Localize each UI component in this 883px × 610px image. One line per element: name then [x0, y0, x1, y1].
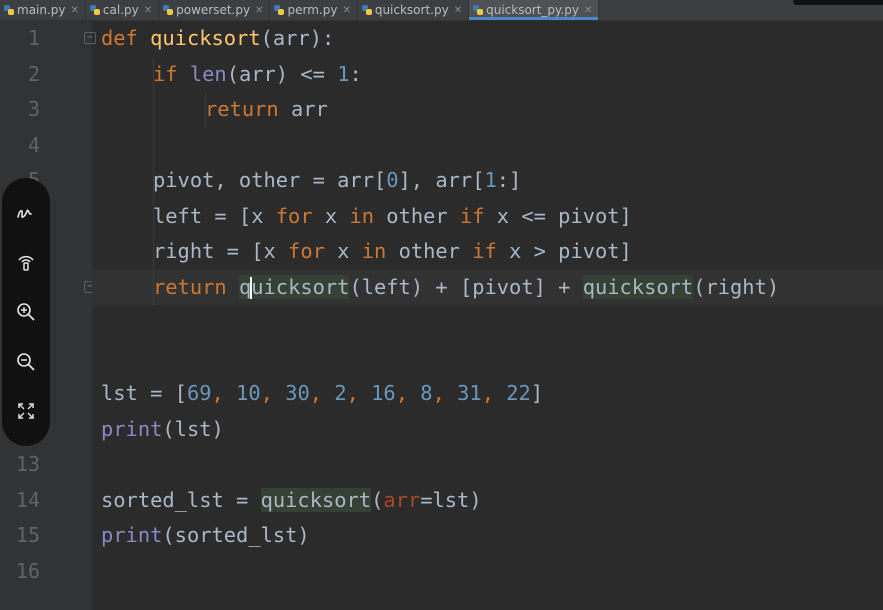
code-editor[interactable]: def quicksort(arr): if len(arr) <= 1: re…: [92, 21, 883, 610]
python-file-icon: [473, 5, 484, 15]
code-line-11[interactable]: lst = [69, 10, 30, 2, 16, 8, 31, 22]: [101, 376, 543, 412]
line-number: 3: [27, 97, 40, 121]
line-number: 16: [15, 558, 40, 583]
presentation-toolbar: [2, 178, 50, 446]
tab-cal-py[interactable]: cal.py ✕: [86, 0, 160, 20]
usage-highlight: quicksort: [238, 274, 350, 299]
line-number: 2: [27, 61, 40, 86]
code-line-2[interactable]: if len(arr) <= 1:: [153, 57, 362, 93]
close-icon[interactable]: ✕: [454, 5, 462, 16]
code-line-6[interactable]: left = [x for x in other if x <= pivot]: [153, 199, 632, 235]
tab-powerset-py[interactable]: powerset.py ✕: [159, 0, 271, 20]
close-icon[interactable]: ✕: [255, 5, 263, 16]
line-number: 14: [15, 487, 40, 512]
close-icon[interactable]: ✕: [144, 5, 152, 16]
line-number: 13: [15, 452, 40, 476]
python-file-icon: [361, 5, 372, 15]
tab-quicksort-py-py[interactable]: quicksort_py.py ✕: [469, 0, 600, 20]
laser-pointer-icon[interactable]: [11, 247, 41, 277]
fullscreen-icon[interactable]: [11, 396, 41, 426]
close-icon[interactable]: ✕: [342, 5, 350, 16]
line-number: 15: [15, 523, 40, 547]
python-file-icon: [4, 5, 14, 15]
zoom-in-icon[interactable]: [11, 297, 41, 327]
code-line-8[interactable]: return quicksort(left) + [pivot] + quick…: [153, 270, 779, 306]
python-file-icon: [163, 5, 174, 15]
line-number: 4: [27, 132, 40, 157]
code-line-14[interactable]: sorted_lst = quicksort(arr=lst): [101, 483, 482, 519]
code-line-15[interactable]: print(sorted_lst): [101, 518, 310, 554]
close-icon[interactable]: ✕: [71, 5, 79, 16]
usage-highlight: quicksort: [260, 487, 372, 512]
code-line-3[interactable]: return arr: [205, 92, 328, 128]
zoom-out-icon[interactable]: [11, 347, 41, 377]
python-file-icon: [274, 5, 285, 15]
python-file-icon: [89, 5, 100, 15]
code-line-7[interactable]: right = [x for x in other if x > pivot]: [153, 234, 632, 270]
tab-main-py[interactable]: main.py ✕: [0, 0, 86, 20]
code-line-1[interactable]: def quicksort(arr):: [101, 21, 334, 57]
line-number: 1: [27, 26, 40, 50]
tab-quicksort-py[interactable]: quicksort.py ✕: [358, 0, 470, 20]
close-icon[interactable]: ✕: [584, 5, 592, 16]
editor-tab-bar: main.py ✕ cal.py ✕ powerset.py ✕ perm.py ✕ q…: [0, 0, 883, 21]
code-line-5[interactable]: pivot, other = arr[0], arr[1:]: [153, 163, 521, 199]
pen-icon[interactable]: [11, 198, 41, 228]
window-corner: [793, 0, 883, 5]
code-line-12[interactable]: print(lst): [101, 412, 224, 448]
usage-highlight: quicksort: [582, 274, 694, 299]
tab-perm-py[interactable]: perm.py ✕: [270, 0, 358, 20]
